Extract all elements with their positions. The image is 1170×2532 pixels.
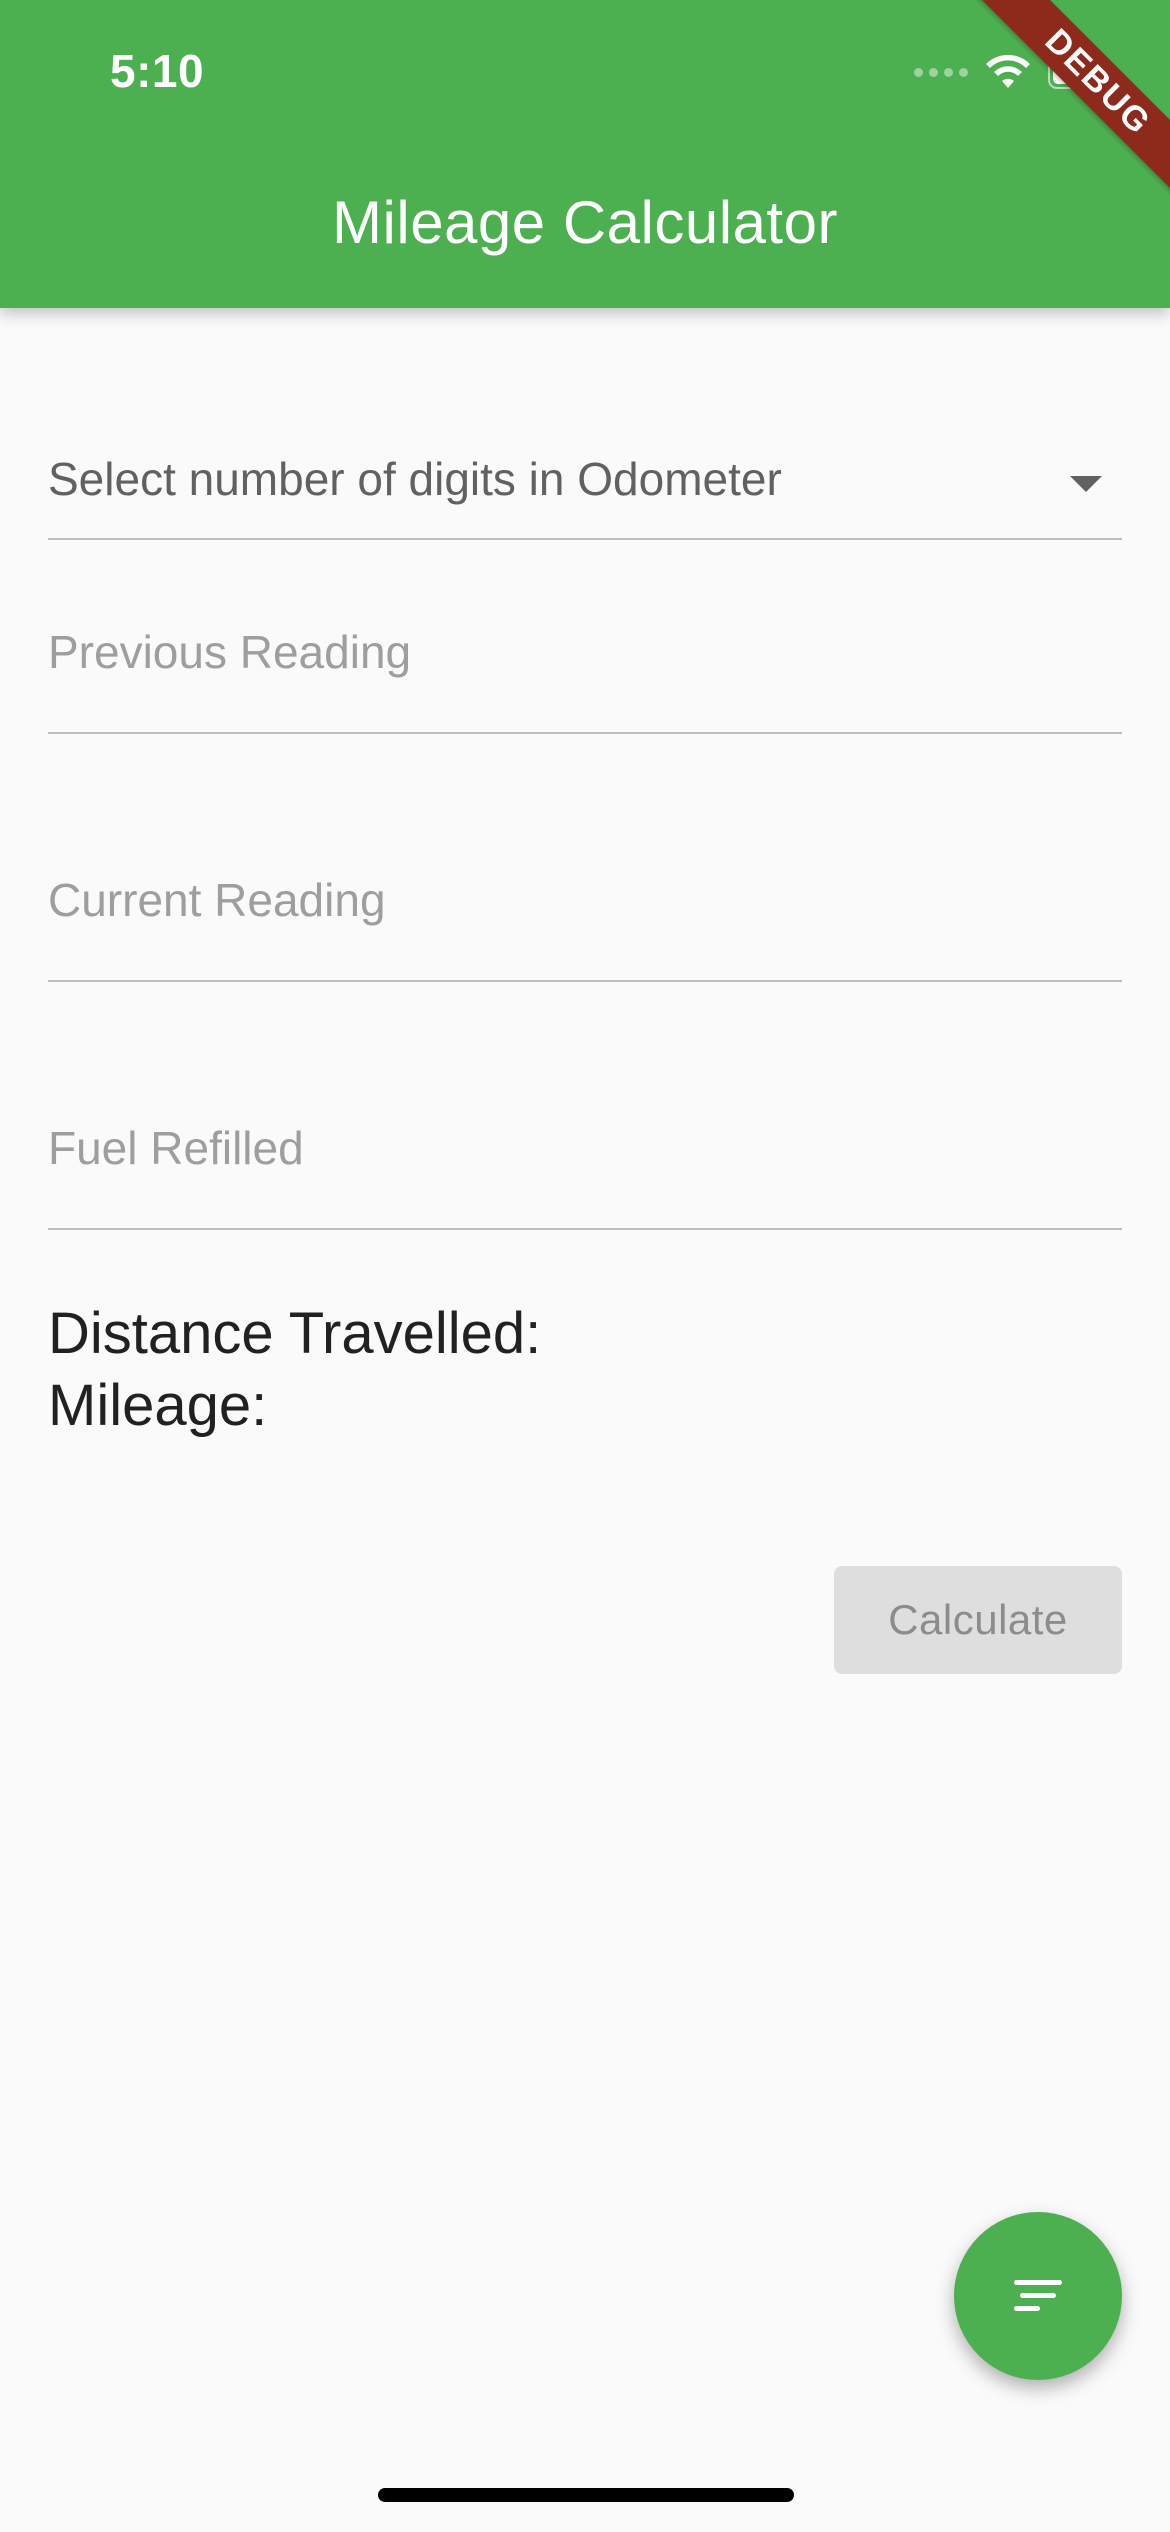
floating-action-button[interactable] <box>954 2212 1122 2380</box>
fuel-refilled-field <box>48 1104 1122 1230</box>
calculate-button[interactable]: Calculate <box>834 1566 1122 1674</box>
dropdown-arrow-icon <box>1070 476 1102 492</box>
sort-icon <box>1010 2276 1066 2316</box>
previous-reading-field <box>48 608 1122 734</box>
app-bar: 5:10 Mileage Calculator <box>0 0 1170 308</box>
distance-travelled-label: Distance Travelled: <box>48 1301 542 1366</box>
previous-reading-input[interactable] <box>48 608 1122 696</box>
fuel-refilled-input[interactable] <box>48 1104 1122 1192</box>
wifi-icon <box>984 54 1032 90</box>
current-reading-input[interactable] <box>48 856 1122 944</box>
page-title: Mileage Calculator <box>332 189 838 256</box>
results-panel: Distance Travelled: Mileage: <box>48 1298 541 1442</box>
home-indicator <box>378 2488 794 2502</box>
status-time: 5:10 <box>110 45 205 97</box>
odometer-digits-dropdown[interactable]: Select number of digits in Odometer <box>48 442 1122 540</box>
cellular-signal-icon <box>914 67 968 77</box>
mileage-label: Mileage: <box>48 1373 268 1438</box>
dropdown-placeholder: Select number of digits in Odometer <box>48 453 782 505</box>
current-reading-field <box>48 856 1122 982</box>
